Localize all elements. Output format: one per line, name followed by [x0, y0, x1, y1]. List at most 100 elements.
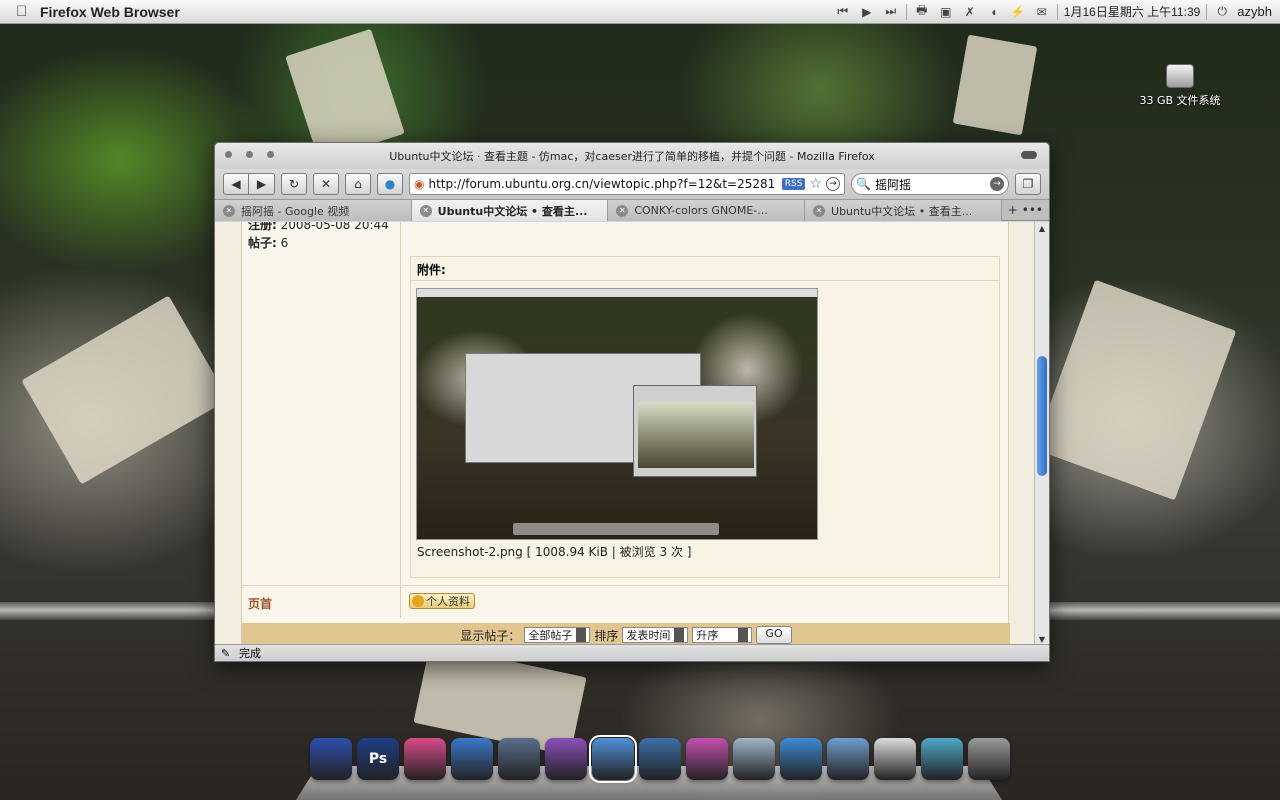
ring-icon[interactable] [545, 738, 587, 780]
cd-icon[interactable] [589, 735, 637, 783]
panel-tray: ⏮ ▶ ⏭ 🖶 ▣ ✗ ◖ ⚡ ✉ 1月16日星期六 上午11:39 ⏻ azy… [834, 3, 1272, 20]
drive-label: 33 GB 文件系统 [1139, 94, 1221, 107]
sort-by-select[interactable]: 发表时间 [622, 627, 689, 643]
window-buttons [225, 151, 274, 158]
show-posts-label: 显示帖子： [460, 628, 521, 643]
attachment-image[interactable] [416, 288, 818, 540]
status-icon: ✎ [221, 647, 231, 660]
desktop-drive[interactable]: 33 GB 文件系统 [1130, 64, 1230, 108]
top-panel:  Firefox Web Browser ⏮ ▶ ⏭ 🖶 ▣ ✗ ◖ ⚡ ✉ … [0, 0, 1280, 24]
joined-value: 2008-05-08 20:44 [280, 222, 389, 232]
profile-button-label: 个人资料 [426, 595, 470, 608]
tab-strip: ✕ 摇阿摇 - Google 视频 ✕ Ubuntu中文论坛 • 查看主... … [215, 199, 1049, 221]
tab-label: CONKY-colors GNOME-... [634, 204, 768, 217]
raygun-icon[interactable] [686, 738, 728, 780]
show-posts-value: 全部帖子 [528, 629, 573, 642]
previous-track-icon[interactable]: ⏮ [834, 4, 852, 20]
sort-order-value: 升序 [696, 629, 719, 642]
home-button[interactable]: ⌂ [345, 173, 371, 195]
observatory-icon[interactable] [827, 738, 869, 780]
tab-label: Ubuntu中文论坛 • 查看主... [437, 204, 588, 218]
scrollbar-thumb[interactable] [1037, 356, 1047, 476]
tray-separator [1206, 3, 1208, 20]
forward-button[interactable]: ▶ [249, 173, 275, 195]
fish-icon[interactable] [451, 738, 493, 780]
go-icon[interactable]: → [826, 177, 840, 191]
author-column: 注册: 2008-05-08 20:44 帖子: 6 [242, 222, 401, 618]
trash-icon[interactable] [968, 738, 1010, 780]
tab-list-icon[interactable]: ••• [1022, 203, 1043, 217]
tab-close-icon[interactable]: ✕ [223, 204, 235, 217]
window-toggle-button[interactable]: ❐ [1015, 173, 1041, 195]
maximize-window-button[interactable] [267, 151, 274, 158]
search-box[interactable]: 🔍 摇阿摇 → [851, 173, 1009, 195]
thumbnail-panel [417, 289, 817, 297]
joined-label: 注册: [248, 222, 277, 232]
box-icon[interactable] [921, 738, 963, 780]
database-icon[interactable] [733, 738, 775, 780]
tab-4[interactable]: ✕ Ubuntu中文论坛 • 查看主... [805, 200, 1002, 221]
bluetooth-icon[interactable]: ✗ [961, 4, 979, 20]
apple-menu-icon[interactable]:  [16, 3, 32, 20]
dock-icons: Ps [310, 735, 1010, 783]
bookmark-star-icon[interactable]: ☆ [809, 176, 822, 192]
printer-icon[interactable]: 🖶 [913, 3, 931, 20]
app-menu-title[interactable]: Firefox Web Browser [40, 4, 180, 20]
sort-order-select[interactable]: 升序 [692, 627, 753, 643]
firefox-window: Ubuntu中文论坛 · 查看主题 - 仿mac，对caeser进行了简单的移植… [214, 142, 1050, 662]
volume-icon[interactable]: ◖ [985, 4, 1003, 20]
photoshop-icon[interactable]: Ps [357, 738, 399, 780]
status-text: 完成 [239, 647, 261, 660]
forklift-icon[interactable] [639, 738, 681, 780]
go-button[interactable]: GO [756, 626, 792, 644]
tab-2[interactable]: ✕ Ubuntu中文论坛 • 查看主... [411, 200, 609, 221]
chevron-down-icon [738, 628, 749, 642]
url-bar[interactable]: ◉ http://forum.ubuntu.org.cn/viewtopic.p… [409, 173, 845, 195]
vertical-scrollbar[interactable]: ▲ ▼ [1034, 222, 1049, 645]
pinwheel-icon[interactable] [404, 738, 446, 780]
tools-icon[interactable] [780, 738, 822, 780]
search-go-icon[interactable]: → [990, 177, 1004, 191]
network-icon[interactable]: ▣ [937, 4, 955, 20]
next-track-icon[interactable]: ⏭ [882, 4, 900, 20]
attachment-caption[interactable]: Screenshot-2.png [ 1008.94 KiB | 被浏览 3 次… [417, 543, 691, 560]
power-icon[interactable]: ⚡ [1009, 4, 1027, 20]
search-input[interactable]: 摇阿摇 [875, 176, 911, 193]
mail-icon[interactable]: ✉ [1033, 4, 1051, 20]
user-icon[interactable]: ⏻ [1213, 4, 1231, 20]
tab-close-icon[interactable]: ✕ [813, 204, 826, 217]
tray-separator [905, 3, 907, 20]
url-text[interactable]: http://forum.ubuntu.org.cn/viewtopic.php… [428, 177, 777, 191]
sort-label: 排序 [594, 628, 619, 643]
back-button[interactable]: ◀ [223, 173, 249, 195]
tab-1[interactable]: ✕ 摇阿摇 - Google 视频 [215, 200, 412, 221]
chat-bubble-button[interactable]: ● [377, 173, 403, 195]
play-icon[interactable]: ▶ [858, 4, 876, 20]
profile-button[interactable]: 个人资料 [409, 593, 475, 609]
close-window-button[interactable] [225, 151, 232, 158]
rss-badge[interactable]: RSS [781, 178, 806, 190]
tab-3[interactable]: ✕ CONKY-colors GNOME-... [608, 200, 806, 221]
new-tab-icon[interactable]: + [1008, 203, 1018, 217]
reload-button[interactable]: ↻ [281, 173, 307, 195]
dock: Ps [296, 735, 1010, 800]
device-icon[interactable] [874, 738, 916, 780]
tab-close-icon[interactable]: ✕ [419, 204, 432, 217]
back-to-top-link[interactable]: 页首 [248, 595, 272, 612]
search-icon[interactable]: 🔍 [856, 177, 871, 191]
show-posts-select[interactable]: 全部帖子 [524, 627, 591, 643]
window-menu-button[interactable] [1021, 151, 1037, 159]
app-launcher-icon[interactable] [310, 738, 352, 780]
window-titlebar[interactable]: Ubuntu中文论坛 · 查看主题 - 仿mac，对caeser进行了简单的移植… [215, 143, 1049, 169]
username[interactable]: azybh [1237, 4, 1272, 19]
speaker-icon[interactable] [498, 738, 540, 780]
clock[interactable]: 1月16日星期六 上午11:39 [1064, 3, 1201, 20]
attachment-box: 附件: Screenshot-2.png [ 1008.94 KiB | 被浏览… [410, 256, 1000, 578]
profile-icon [412, 595, 424, 607]
sort-by-value: 发表时间 [626, 629, 671, 642]
minimize-window-button[interactable] [246, 151, 253, 158]
scroll-up-icon[interactable]: ▲ [1035, 222, 1049, 234]
wallpaper-shape [21, 295, 229, 485]
stop-button[interactable]: ✕ [313, 173, 339, 195]
tab-close-icon[interactable]: ✕ [616, 204, 629, 217]
